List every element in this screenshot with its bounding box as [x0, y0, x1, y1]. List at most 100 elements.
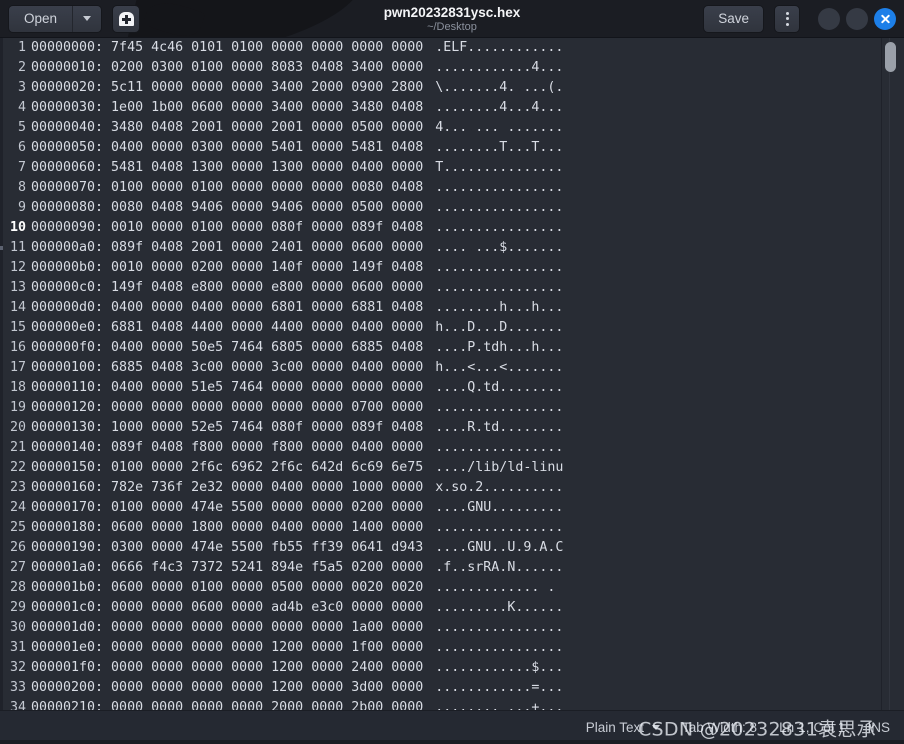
- hex-bytes: 00000150: 0100 0000 2f6c 6962 2f6c 642d …: [31, 460, 424, 475]
- hex-dump-row: 3 00000020: 5c11 0000 0000 0000 3400 2000…: [0, 78, 904, 98]
- hex-dump-row: 21 00000140: 089f 0408 f800 0000 f800 000…: [0, 438, 904, 458]
- language-mode-selector[interactable]: Plain Text: [586, 720, 661, 735]
- statusbar: Plain Text Tab Width: 8 Ln 1, Col 1 INS …: [0, 710, 904, 744]
- hex-dump-row: 23 00000160: 782e 736f 2e32 0000 0400 000…: [0, 478, 904, 498]
- save-button[interactable]: Save: [703, 4, 764, 33]
- open-recent-dropdown-button[interactable]: [72, 5, 102, 32]
- hex-dump-row: 32 000001f0: 0000 0000 0000 0000 1200 000…: [0, 658, 904, 678]
- hex-bytes: 000000d0: 0400 0000 0400 0000 6801 0000 …: [31, 300, 424, 315]
- line-number: 2: [17, 60, 26, 75]
- vertical-scrollbar[interactable]: [870, 38, 896, 710]
- insert-mode-label: INS: [867, 720, 890, 735]
- hex-bytes: 000001e0: 0000 0000 0000 0000 1200 0000 …: [31, 640, 424, 655]
- hex-dump-row: 15 000000e0: 6881 0408 4400 0000 4400 000…: [0, 318, 904, 338]
- ascii-column: h...<...<.......: [435, 360, 564, 375]
- line-number: 27: [9, 560, 26, 575]
- gutter-marker: [0, 246, 3, 250]
- line-number: 9: [17, 200, 26, 215]
- hex-dump-row: 13 000000c0: 149f 0408 e800 0000 e800 000…: [0, 278, 904, 298]
- chevron-down-icon: [83, 16, 92, 21]
- titlebar-decoration: [121, 0, 369, 37]
- ascii-column: ..../lib/ld-linu: [435, 460, 564, 475]
- line-number: 28: [9, 580, 26, 595]
- hex-dump-row: 9 00000080: 0080 0408 9406 0000 9406 0000…: [0, 198, 904, 218]
- hex-bytes: 000000e0: 6881 0408 4400 0000 4400 0000 …: [31, 320, 424, 335]
- hex-dump-row: 26 00000190: 0300 0000 474e 5500 fb55 ff3…: [0, 538, 904, 558]
- hex-bytes: 00000180: 0600 0000 1800 0000 0400 0000 …: [31, 520, 424, 535]
- scrollbar-track: [889, 38, 890, 710]
- titlebar-left-controls: Open: [8, 4, 141, 33]
- hex-dump-row: 27 000001a0: 0666 f4c3 7372 5241 894e f5a…: [0, 558, 904, 578]
- kebab-menu-icon-dot-3: [785, 22, 789, 26]
- ascii-column: .... ...$.......: [435, 240, 564, 255]
- ascii-column: x.so.2..........: [435, 480, 564, 495]
- hex-dump-row: 25 00000180: 0600 0000 1800 0000 0400 000…: [0, 518, 904, 538]
- line-number: 19: [9, 400, 26, 415]
- hex-dump-text-view[interactable]: 1 00000000: 7f45 4c46 0101 0100 0000 0000…: [0, 38, 904, 710]
- line-number: 20: [9, 420, 26, 435]
- line-number: 22: [9, 460, 26, 475]
- scrollbar-thumb[interactable]: [885, 42, 896, 72]
- ascii-column: ................: [435, 200, 564, 215]
- open-button[interactable]: Open: [9, 5, 73, 32]
- hex-bytes: 00000020: 5c11 0000 0000 0000 3400 2000 …: [31, 80, 424, 95]
- tab-width-selector[interactable]: Tab Width: 8: [682, 720, 757, 735]
- maximize-button[interactable]: [846, 7, 868, 30]
- hex-dump-row: 11 000000a0: 089f 0408 2001 0000 2401 000…: [0, 238, 904, 258]
- hex-dump-row: 29 000001c0: 0000 0000 0600 0000 ad4b e3c…: [0, 598, 904, 618]
- kebab-menu-icon-dot-1: [785, 11, 789, 15]
- ascii-column: .f..srRA.N......: [435, 560, 564, 575]
- ascii-column: ................: [435, 620, 564, 635]
- gedit-window: Open pwn20232831ysc.hex ~/Desktop Save 1…: [0, 0, 904, 744]
- hex-dump-row: 16 000000f0: 0400 0000 50e5 7464 6805 000…: [0, 338, 904, 358]
- line-number: 34: [9, 700, 26, 710]
- ascii-column: ................: [435, 520, 564, 535]
- hex-dump-row: 7 00000060: 5481 0408 1300 0000 1300 0000…: [0, 158, 904, 178]
- hex-bytes: 000001f0: 0000 0000 0000 0000 1200 0000 …: [31, 660, 424, 675]
- ascii-column: ....Q.td........: [435, 380, 564, 395]
- ascii-column: ........ ...+...: [435, 700, 564, 710]
- hex-dump-row: 10 00000090: 0010 0000 0100 0000 080f 000…: [0, 218, 904, 238]
- hex-bytes: 000001a0: 0666 f4c3 7372 5241 894e f5a5 …: [31, 560, 424, 575]
- ascii-column: ............4...: [435, 60, 564, 75]
- ascii-column: ........T...T...: [435, 140, 564, 155]
- line-number: 7: [17, 160, 26, 175]
- hex-dump-row: 8 00000070: 0100 0000 0100 0000 0000 0000…: [0, 178, 904, 198]
- line-number: 18: [9, 380, 26, 395]
- hex-bytes: 000000b0: 0010 0000 0200 0000 140f 0000 …: [31, 260, 424, 275]
- hex-dump-row: 28 000001b0: 0600 0000 0100 0000 0500 000…: [0, 578, 904, 598]
- cursor-position-label: Ln 1, Col 1: [779, 720, 846, 735]
- ascii-column: ................: [435, 640, 564, 655]
- close-button[interactable]: [874, 7, 896, 30]
- hamburger-menu-button[interactable]: [774, 4, 800, 33]
- hex-bytes: 00000100: 6885 0408 3c00 0000 3c00 0000 …: [31, 360, 424, 375]
- hex-dump-row: 24 00000170: 0100 0000 474e 5500 0000 000…: [0, 498, 904, 518]
- ascii-column: ................: [435, 260, 564, 275]
- page-title: pwn20232831ysc.hex: [383, 4, 521, 20]
- ascii-column: ............. .: [435, 580, 556, 595]
- hex-bytes: 00000200: 0000 0000 0000 0000 1200 0000 …: [31, 680, 424, 695]
- hex-dump-row: 4 00000030: 1e00 1b00 0600 0000 3400 0000…: [0, 98, 904, 118]
- new-document-button[interactable]: [112, 4, 141, 33]
- line-number: 21: [9, 440, 26, 455]
- ascii-column: ................: [435, 220, 564, 235]
- ascii-column: ................: [435, 280, 564, 295]
- insert-mode-indicator: INS: [867, 720, 890, 735]
- minimize-button[interactable]: [818, 7, 840, 30]
- line-number: 33: [9, 680, 26, 695]
- hex-bytes: 00000090: 0010 0000 0100 0000 080f 0000 …: [31, 220, 424, 235]
- ascii-column: ................: [435, 400, 564, 415]
- ascii-column: ....R.td........: [435, 420, 564, 435]
- hex-dump-row: 14 000000d0: 0400 0000 0400 0000 6801 000…: [0, 298, 904, 318]
- window-bottom-edge: [0, 740, 904, 744]
- ascii-column: .ELF............: [435, 40, 564, 55]
- line-number: 26: [9, 540, 26, 555]
- hex-bytes: 00000050: 0400 0000 0300 0000 5401 0000 …: [31, 140, 424, 155]
- hex-bytes: 000000a0: 089f 0408 2001 0000 2401 0000 …: [31, 240, 424, 255]
- file-path-subtitle: ~/Desktop: [427, 20, 477, 33]
- line-number: 1: [17, 40, 26, 55]
- line-number: 15: [9, 320, 26, 335]
- hex-dump-row: 22 00000150: 0100 0000 2f6c 6962 2f6c 642…: [0, 458, 904, 478]
- window-controls: [818, 7, 896, 30]
- hex-dump-row: 17 00000100: 6885 0408 3c00 0000 3c00 000…: [0, 358, 904, 378]
